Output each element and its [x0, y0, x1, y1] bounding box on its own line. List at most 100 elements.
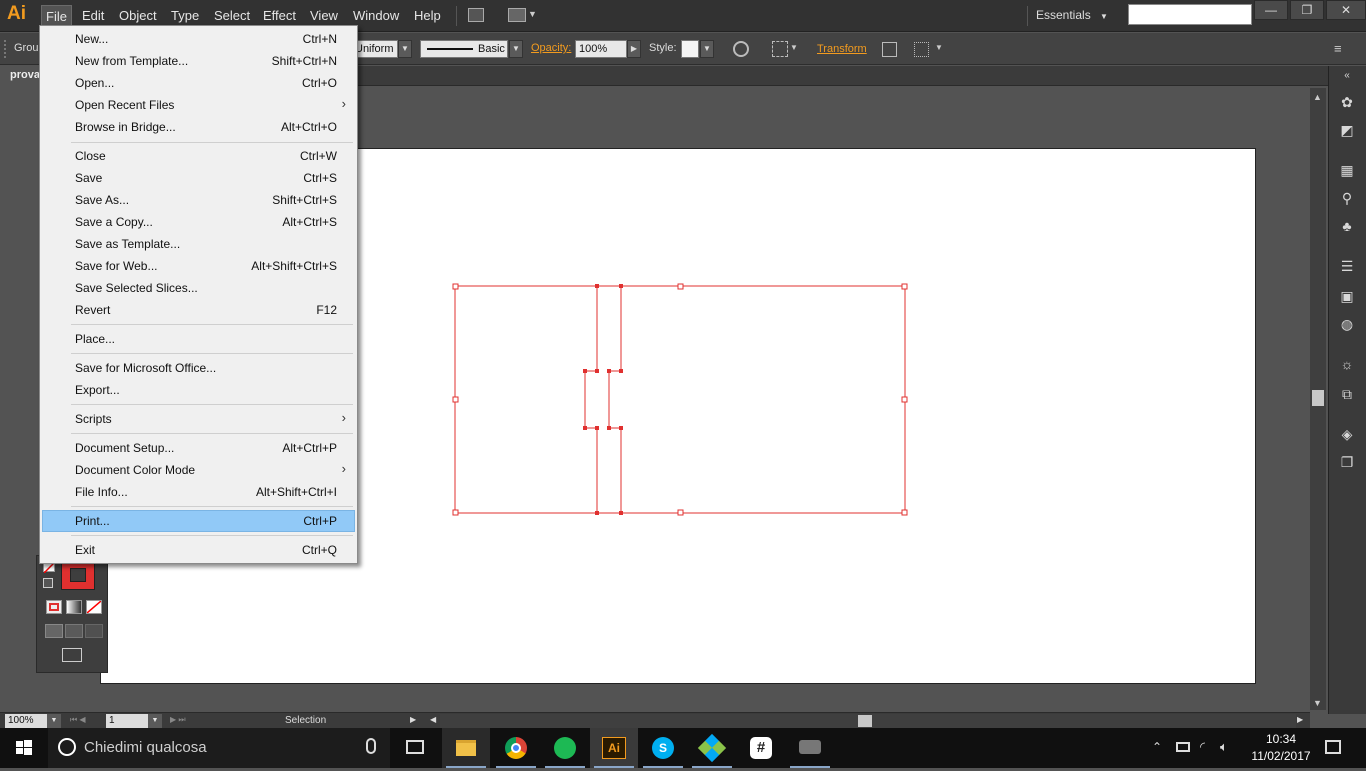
menu-item-open[interactable]: Open... Ctrl+O	[42, 72, 355, 94]
menu-item-new[interactable]: New... Ctrl+N	[42, 28, 355, 50]
taskbar-app-skype[interactable]: S	[639, 728, 687, 768]
zoom-field[interactable]: 100%	[5, 714, 47, 728]
none-mode-icon[interactable]	[86, 600, 102, 614]
cortana-icon	[58, 738, 76, 756]
bounding-box-handles[interactable]	[452, 283, 908, 516]
menu-item-revert[interactable]: Revert F12	[42, 299, 355, 321]
clock-date[interactable]: 11/02/2017	[1246, 749, 1316, 763]
status-text: Selection	[285, 715, 327, 726]
spotify-icon	[554, 737, 576, 759]
task-view-icon	[406, 740, 424, 754]
menu-item-open-recent[interactable]: Open Recent Files ›	[42, 94, 355, 116]
menu-item-file-info[interactable]: File Info... Alt+Shift+Ctrl+I	[42, 481, 355, 503]
taskbar-app-file-explorer[interactable]	[442, 728, 490, 768]
taskbar-app-illustrator[interactable]: Ai	[590, 728, 638, 768]
taskbar-app-slack[interactable]: #	[737, 728, 785, 768]
vertical-scroll-thumb[interactable]	[1312, 390, 1324, 406]
menu-item-save-copy[interactable]: Save a Copy... Alt+Ctrl+S	[42, 211, 355, 233]
windows-logo-icon	[16, 740, 32, 755]
anchor-points[interactable]	[583, 284, 623, 515]
menu-separator	[71, 433, 353, 434]
color-mode-icon[interactable]	[46, 600, 62, 614]
start-button[interactable]	[0, 728, 48, 768]
scroll-right-icon[interactable]: ▶	[1297, 715, 1303, 724]
transparency-icon[interactable]: ◍	[1336, 314, 1358, 334]
brushes-icon[interactable]: ⚲	[1336, 188, 1358, 208]
microphone-icon[interactable]	[366, 738, 376, 754]
windows-taskbar: Chiedimi qualcosa Ai S # ⌃ ◜ 🔈︎ 10:34 11…	[0, 728, 1366, 768]
taskbar-app-5[interactable]	[688, 728, 736, 768]
search-placeholder: Chiedimi qualcosa	[84, 739, 207, 756]
screen-mode-icon[interactable]	[62, 648, 82, 662]
taskbar-app-chrome[interactable]	[492, 728, 540, 768]
menu-item-scripts[interactable]: Scripts ›	[42, 408, 355, 430]
default-fill-stroke-icon[interactable]	[43, 578, 53, 588]
file-menu-dropdown: New... Ctrl+N New from Template... Shift+C…	[39, 25, 358, 564]
menu-item-document-color-mode[interactable]: Document Color Mode ›	[42, 459, 355, 481]
draw-behind-icon[interactable]	[65, 624, 83, 638]
chevron-down-icon[interactable]: ▼	[148, 714, 162, 728]
folder-icon	[456, 740, 476, 756]
artboard-number-field[interactable]: 1	[106, 714, 148, 728]
action-center-icon[interactable]	[1325, 740, 1341, 754]
scroll-down-icon[interactable]: ▼	[1313, 698, 1322, 708]
right-divider-path[interactable]	[608, 286, 622, 513]
tools-panel	[36, 555, 108, 673]
menu-item-new-from-template[interactable]: New from Template... Shift+Ctrl+N	[42, 50, 355, 72]
symbols-icon[interactable]: ♣	[1336, 216, 1358, 236]
scroll-up-icon[interactable]: ▲	[1313, 92, 1322, 102]
menu-item-browse-bridge[interactable]: Browse in Bridge... Alt+Ctrl+O	[42, 116, 355, 138]
show-hidden-icons-icon[interactable]: ⌃	[1152, 740, 1162, 754]
gradient-mode-icon[interactable]	[66, 600, 82, 614]
appearance-icon[interactable]: ☼	[1336, 354, 1358, 374]
menu-item-save-for-web[interactable]: Save for Web... Alt+Shift+Ctrl+S	[42, 255, 355, 277]
chevron-down-icon[interactable]: ▼	[47, 714, 61, 728]
last-artboard-icon[interactable]: ▶ ⏭	[170, 715, 186, 725]
menu-separator	[71, 535, 353, 536]
swatches-icon[interactable]: ▦	[1336, 160, 1358, 180]
first-artboard-icon[interactable]: ⏮ ◀	[70, 715, 86, 725]
task-view-button[interactable]	[392, 728, 440, 768]
submenu-arrow-icon: ›	[341, 410, 346, 425]
menu-item-print[interactable]: Print... Ctrl+P	[42, 510, 355, 532]
scroll-left-icon[interactable]: ◀	[430, 715, 436, 724]
menu-item-save-office[interactable]: Save for Microsoft Office...	[42, 357, 355, 379]
taskbar-app-spotify[interactable]	[541, 728, 589, 768]
menu-separator	[71, 142, 353, 143]
menu-item-save-slices[interactable]: Save Selected Slices...	[42, 277, 355, 299]
skype-icon: S	[652, 737, 674, 759]
stroke-icon[interactable]: ☰	[1336, 256, 1358, 276]
color-guide-icon[interactable]: ✿	[1336, 92, 1358, 112]
taskbar-app-7[interactable]	[786, 728, 834, 768]
illustrator-icon: Ai	[602, 737, 626, 759]
left-divider-path[interactable]	[584, 286, 598, 513]
gradient-icon[interactable]: ▣	[1336, 286, 1358, 306]
graphic-styles-icon[interactable]: ⧉	[1336, 384, 1358, 404]
wifi-icon[interactable]: ◜	[1200, 739, 1205, 755]
app-5-icon	[697, 733, 727, 763]
layers-icon[interactable]: ◈	[1336, 424, 1358, 444]
menu-item-place[interactable]: Place...	[42, 328, 355, 350]
volume-icon[interactable]: 🔈︎	[1220, 739, 1228, 755]
submenu-arrow-icon: ›	[341, 461, 346, 476]
status-menu-icon[interactable]: ▶	[410, 715, 416, 724]
draw-inside-icon[interactable]	[85, 624, 103, 638]
menu-separator	[71, 506, 353, 507]
battery-icon[interactable]	[1176, 742, 1190, 752]
menu-item-save[interactable]: Save Ctrl+S	[42, 167, 355, 189]
menu-item-export[interactable]: Export...	[42, 379, 355, 401]
menu-item-save-template[interactable]: Save as Template...	[42, 233, 355, 255]
artboards-icon[interactable]: ❐	[1336, 452, 1358, 472]
menu-item-close[interactable]: Close Ctrl+W	[42, 145, 355, 167]
clock-time[interactable]: 10:34	[1250, 732, 1312, 746]
color-icon[interactable]: ◩	[1336, 120, 1358, 140]
draw-normal-icon[interactable]	[45, 624, 63, 638]
stroke-swatch[interactable]	[61, 560, 95, 590]
menu-item-document-setup[interactable]: Document Setup... Alt+Ctrl+P	[42, 437, 355, 459]
collapse-panels-icon[interactable]: «	[1336, 66, 1358, 86]
horizontal-scroll-thumb[interactable]	[858, 715, 872, 727]
menu-item-exit[interactable]: Exit Ctrl+Q	[42, 539, 355, 561]
outer-rectangle-path[interactable]	[454, 285, 906, 514]
menu-item-save-as[interactable]: Save As... Shift+Ctrl+S	[42, 189, 355, 211]
cortana-search-box[interactable]: Chiedimi qualcosa	[48, 728, 390, 768]
